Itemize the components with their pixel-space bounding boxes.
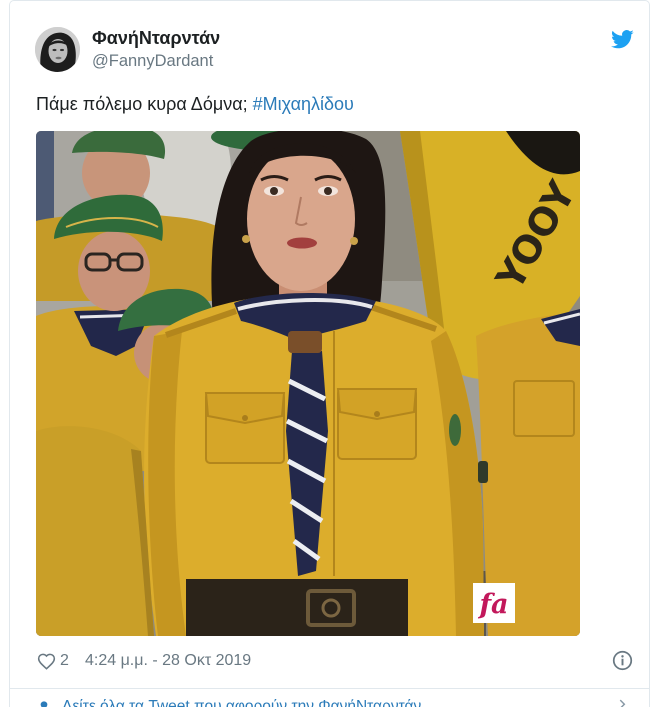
tweet-text-body: Πάμε πόλεμο κυρα Δόμνα; xyxy=(36,94,248,114)
fa-watermark: fa xyxy=(473,583,515,623)
more-tweets-link[interactable]: Δείτε όλα τα Tweet που αφορούν την ΦανήΝ… xyxy=(62,696,421,707)
info-icon[interactable] xyxy=(612,650,633,671)
like-count[interactable]: 2 xyxy=(60,650,69,672)
footer-divider xyxy=(10,688,650,689)
avatar-photo xyxy=(35,27,80,72)
left-pocket-button xyxy=(242,415,248,421)
scout-lower-left xyxy=(36,426,154,636)
watermark-text: fa xyxy=(477,589,508,620)
heart-icon[interactable] xyxy=(37,652,56,670)
avatar-lips xyxy=(55,56,62,60)
photo-scene: YOOY fa xyxy=(36,131,580,636)
more-tweets-row[interactable]: Δείτε όλα τα Tweet που αφορούν την ΦανήΝ… xyxy=(35,696,635,707)
twitter-bird-icon[interactable] xyxy=(611,29,634,49)
scarf-woggle xyxy=(288,331,322,353)
face xyxy=(247,147,355,291)
tweet-timestamp[interactable]: 4:24 μ.μ. - 28 Οκτ 2019 xyxy=(85,650,251,672)
chevron-right-icon[interactable] xyxy=(615,699,629,707)
right-earring xyxy=(350,237,358,245)
right-iris xyxy=(324,187,332,195)
author-handle[interactable]: @FannyDardant xyxy=(92,50,213,72)
tweet-text: Πάμε πόλεμο κυρα Δόμνα; #Μιχαηλίδου xyxy=(36,92,354,116)
lips xyxy=(287,237,317,249)
left-iris xyxy=(270,187,278,195)
left-earring xyxy=(242,235,250,243)
tweet-media-photo[interactable]: YOOY fa xyxy=(36,131,580,636)
belt xyxy=(186,579,408,636)
user-icon xyxy=(40,701,48,707)
scout-right-badge xyxy=(478,461,488,483)
author-display-name[interactable]: ΦανήΝταρντάν xyxy=(92,27,220,49)
author-avatar[interactable] xyxy=(35,27,80,72)
right-pocket-button xyxy=(374,411,380,417)
sleeve-badge xyxy=(449,414,461,446)
avatar-eye-left xyxy=(52,48,57,52)
hashtag-link[interactable]: #Μιχαηλίδου xyxy=(253,94,354,114)
avatar-eye-right xyxy=(60,48,64,52)
